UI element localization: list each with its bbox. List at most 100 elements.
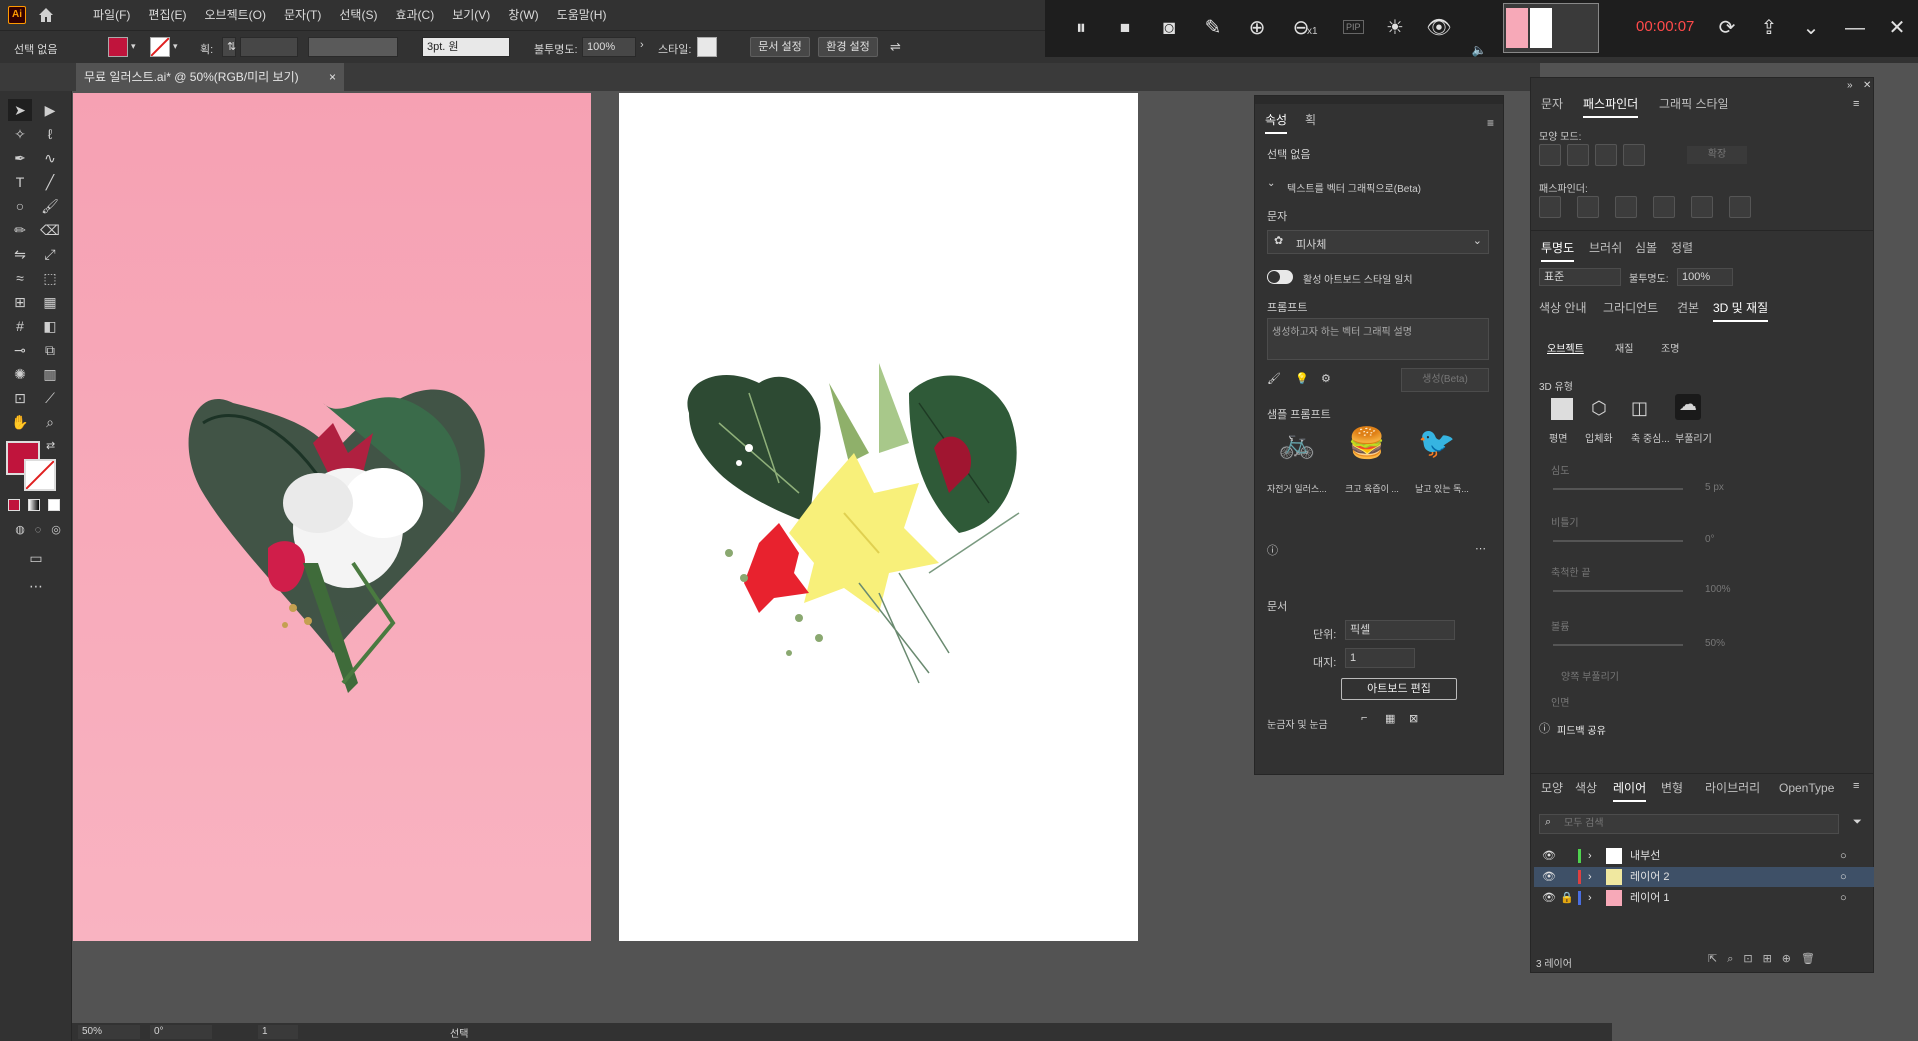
- eye-icon[interactable]: 👁: [1542, 888, 1556, 908]
- gradient-tool-icon[interactable]: ◧: [38, 315, 62, 337]
- menu-item[interactable]: 문자(T): [275, 0, 330, 30]
- target-icon[interactable]: ○: [1840, 867, 1847, 887]
- twist-slider[interactable]: [1553, 540, 1683, 542]
- divide-icon[interactable]: [1539, 196, 1561, 218]
- panel-menu-icon[interactable]: ≡: [1487, 116, 1494, 130]
- artboard-nav[interactable]: 1: [258, 1025, 298, 1039]
- text-to-vector-header[interactable]: 텍스트를 벡터 그래픽으로(Beta): [1287, 180, 1421, 195]
- tab-graphic-styles[interactable]: 그래픽 스타일: [1659, 90, 1729, 118]
- outline-icon[interactable]: [1691, 196, 1713, 218]
- tab-stroke[interactable]: 획: [1305, 106, 1316, 134]
- type-tool-icon[interactable]: T: [8, 171, 32, 193]
- collapse-icon[interactable]: »: [1847, 80, 1853, 91]
- tab-opentype[interactable]: OpenType: [1779, 774, 1834, 802]
- eyedropper-tool-icon[interactable]: ⊸: [8, 339, 32, 361]
- stroke-stepper[interactable]: ⇅: [222, 37, 236, 57]
- menu-item[interactable]: 창(W): [499, 0, 547, 30]
- gear-icon[interactable]: ⚙: [1321, 372, 1331, 385]
- pen-tool-icon[interactable]: ✒: [8, 147, 32, 169]
- expand-button[interactable]: 확장: [1687, 146, 1747, 164]
- stroke-weight-input[interactable]: [240, 37, 298, 57]
- home-icon[interactable]: [36, 5, 56, 25]
- menu-item[interactable]: 보기(V): [443, 0, 499, 30]
- artboard-photo[interactable]: [73, 93, 591, 941]
- swap-colors-icon[interactable]: ⇄: [46, 439, 55, 452]
- tab-3d-materials[interactable]: 3D 및 재질: [1713, 294, 1769, 322]
- intersect-icon[interactable]: [1595, 144, 1617, 166]
- column-graph-tool-icon[interactable]: ▥: [38, 363, 62, 385]
- blend-tool-icon[interactable]: ⧉: [38, 339, 62, 361]
- blend-mode-dropdown[interactable]: 표준: [1539, 268, 1621, 286]
- menu-item[interactable]: 선택(S): [330, 0, 386, 30]
- lasso-tool-icon[interactable]: ℓ: [38, 123, 62, 145]
- opacity-input[interactable]: 100%: [582, 37, 636, 57]
- chevron-down-icon[interactable]: ▾: [173, 41, 178, 52]
- bicycle-icon[interactable]: 🚲: [1267, 426, 1327, 478]
- magic-wand-tool-icon[interactable]: ✧: [8, 123, 32, 145]
- depth-value[interactable]: 5 px: [1705, 482, 1724, 493]
- drop-icon[interactable]: ☀: [1381, 14, 1409, 42]
- document-tab[interactable]: 무료 일러스트.ai* @ 50%(RGB/미리 보기) ×: [76, 63, 344, 91]
- rotation-dropdown[interactable]: 0°: [150, 1025, 212, 1039]
- feedback-link[interactable]: 피드백 공유: [1557, 722, 1606, 737]
- eraser-tool-icon[interactable]: ⌫: [38, 219, 62, 241]
- warp-tool-icon[interactable]: ≈: [8, 267, 32, 289]
- subtab-lighting[interactable]: 조명: [1661, 340, 1679, 355]
- panel-menu-icon[interactable]: ≡: [1853, 780, 1859, 792]
- zoom-dropdown[interactable]: 50%: [78, 1025, 140, 1039]
- stop-icon[interactable]: ⏹: [1111, 14, 1139, 42]
- paintbrush-tool-icon[interactable]: 🖌: [38, 195, 62, 217]
- grid-icon[interactable]: ▦: [1385, 712, 1395, 725]
- arrange-icon[interactable]: ⇌: [890, 39, 901, 55]
- shape-builder-tool-icon[interactable]: ⊞: [8, 291, 32, 313]
- depth-slider[interactable]: [1553, 488, 1683, 490]
- layer-row[interactable]: 👁 › 레이어 2 ○: [1534, 867, 1874, 887]
- eye-icon[interactable]: 👁: [1425, 14, 1453, 42]
- minus-front-icon[interactable]: [1567, 144, 1589, 166]
- tab-pathfinder[interactable]: 패스파인더: [1583, 90, 1639, 118]
- tab-layers[interactable]: 레이어: [1613, 774, 1647, 802]
- pause-icon[interactable]: ⏸: [1067, 14, 1095, 42]
- tab-color-guide[interactable]: 색상 안내: [1539, 294, 1587, 322]
- tab-libraries[interactable]: 라이브러리: [1705, 774, 1760, 802]
- gradient-mode-icon[interactable]: [28, 499, 40, 511]
- menu-item[interactable]: 파일(F): [84, 0, 139, 30]
- filter-icon[interactable]: ⏷: [1853, 816, 1862, 829]
- stroke-color-swatch[interactable]: [24, 459, 56, 491]
- pen-icon[interactable]: ✎: [1199, 14, 1227, 42]
- prompt-input[interactable]: 생성하고자 하는 벡터 그래픽 설명: [1267, 318, 1489, 360]
- plane-icon[interactable]: [1551, 398, 1573, 420]
- info-icon[interactable]: ⓘ: [1267, 542, 1278, 558]
- chevron-right-icon[interactable]: ›: [1588, 888, 1592, 908]
- chevron-down-icon[interactable]: ▾: [131, 41, 136, 52]
- pip-button[interactable]: PIP: [1343, 20, 1364, 34]
- tab-transparency[interactable]: 투명도: [1541, 234, 1575, 262]
- trim-icon[interactable]: [1577, 196, 1599, 218]
- menu-item[interactable]: 도움말(H): [548, 0, 616, 30]
- curvature-tool-icon[interactable]: ∿: [38, 147, 62, 169]
- ellipse-tool-icon[interactable]: ○: [8, 195, 32, 217]
- tab-gradient[interactable]: 그라디언트: [1603, 294, 1658, 322]
- edit-artboards-button[interactable]: 아트보드 편집: [1341, 678, 1457, 700]
- tab-align[interactable]: 정렬: [1671, 234, 1693, 262]
- zoom-tool-icon[interactable]: ⌕: [38, 411, 62, 433]
- menu-item[interactable]: 오브젝트(O): [195, 0, 275, 30]
- inflate-icon[interactable]: ☁: [1675, 394, 1701, 420]
- stroke-swatch[interactable]: [150, 37, 170, 57]
- style-match-toggle[interactable]: [1267, 270, 1293, 284]
- eye-icon[interactable]: 👁: [1542, 846, 1556, 866]
- upload-icon[interactable]: ⇪: [1755, 14, 1783, 42]
- artboard-tool-icon[interactable]: ⊡: [8, 387, 32, 409]
- ruler-icon[interactable]: ⌐: [1361, 712, 1367, 724]
- zoom-in-icon[interactable]: ⊕: [1243, 14, 1271, 42]
- volume-value[interactable]: 50%: [1705, 638, 1725, 649]
- color-mode-icon[interactable]: [8, 499, 20, 511]
- layer-name[interactable]: 내부선: [1630, 846, 1660, 866]
- volume-slider[interactable]: [1553, 644, 1683, 646]
- panel-grip[interactable]: [1255, 96, 1503, 104]
- merge-icon[interactable]: [1615, 196, 1637, 218]
- menu-item[interactable]: 효과(C): [386, 0, 443, 30]
- more-tools-icon[interactable]: ⋯: [24, 575, 48, 597]
- eye-icon[interactable]: 👁: [1542, 867, 1556, 887]
- document-setup-button[interactable]: 문서 설정: [750, 37, 810, 57]
